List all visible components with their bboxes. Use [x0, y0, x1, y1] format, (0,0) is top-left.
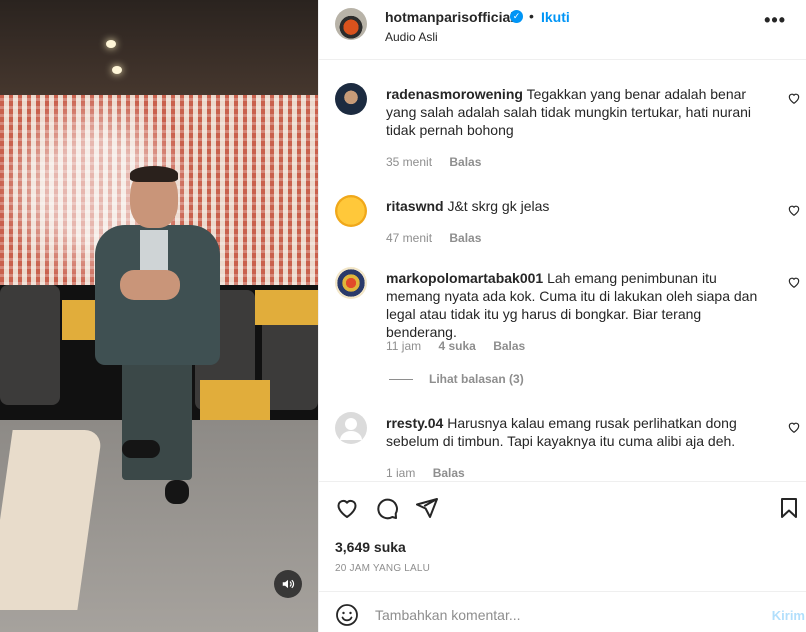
- comment-time: 47 menit: [386, 231, 433, 245]
- booth-seat: [0, 285, 60, 405]
- like-comment-heart-icon[interactable]: [787, 203, 801, 217]
- comment-text-block: markopolomartabak001 Lah emang penimbuna…: [386, 269, 770, 341]
- comment-text-block: rresty.04 Harusnya kalau emang rusak per…: [386, 414, 770, 450]
- ceiling-light: [112, 66, 122, 74]
- commenter-avatar-default-icon[interactable]: [335, 412, 367, 444]
- share-send-icon[interactable]: [415, 496, 439, 520]
- reply-button[interactable]: Balas: [493, 339, 525, 353]
- reply-button[interactable]: Balas: [449, 155, 481, 169]
- view-replies-button[interactable]: Lihat balasan (3): [389, 372, 524, 386]
- like-comment-heart-icon[interactable]: [787, 275, 801, 289]
- author-avatar[interactable]: [335, 8, 367, 40]
- separator-dot: •: [529, 8, 534, 24]
- post-actions: 3,649 suka 20 JAM YANG LALU: [319, 481, 806, 591]
- comment-time: 11 jam: [386, 339, 422, 353]
- person-shoe: [122, 440, 160, 458]
- comment-list[interactable]: radenasmorowening Tegakkan yang benar ad…: [319, 61, 806, 481]
- comment-text: J&t skrg gk jelas: [447, 198, 550, 214]
- comment-meta: 1 iam Balas: [386, 466, 479, 480]
- view-replies-label: Lihat balasan (3): [429, 372, 524, 386]
- commenter-username[interactable]: radenasmorowening: [386, 86, 523, 102]
- comment-meta: 47 menit Balas: [386, 231, 495, 245]
- emoji-icon[interactable]: [335, 603, 359, 627]
- post-comment-button[interactable]: Kirim: [772, 608, 805, 623]
- commenter-avatar-emoji-icon[interactable]: [335, 195, 367, 227]
- add-comment-bar: Kirim: [319, 591, 806, 632]
- reply-button[interactable]: Balas: [433, 466, 465, 480]
- person-legs: [122, 355, 192, 480]
- post-sidebar: hotmanparisofficial ✓ • Ikuti Audio Asli…: [318, 0, 806, 632]
- commenter-username[interactable]: markopolomartabak001: [386, 270, 543, 286]
- comment-input[interactable]: [375, 602, 735, 628]
- video-ceiling: [0, 0, 318, 110]
- comment-text-block: radenasmorowening Tegakkan yang benar ad…: [386, 85, 770, 139]
- commenter-avatar[interactable]: [335, 83, 367, 115]
- comment-meta: 35 menit Balas: [386, 155, 495, 169]
- comment-time: 35 menit: [386, 155, 433, 169]
- replies-divider: [389, 379, 413, 381]
- post-timestamp: 20 JAM YANG LALU: [335, 563, 431, 574]
- commenter-username[interactable]: rresty.04: [386, 415, 443, 431]
- table: [200, 380, 270, 420]
- comment-text-block: ritaswnd J&t skrg gk jelas: [386, 197, 770, 215]
- reply-button[interactable]: Balas: [449, 231, 481, 245]
- follow-button[interactable]: Ikuti: [541, 9, 570, 25]
- table: [255, 290, 318, 325]
- comment-meta: 11 jam 4 suka Balas: [386, 339, 539, 353]
- commenter-avatar[interactable]: [335, 267, 367, 299]
- comment-likes[interactable]: 4 suka: [438, 339, 475, 353]
- more-horizontal-icon[interactable]: •••: [764, 10, 786, 31]
- commenter-username[interactable]: ritaswnd: [386, 198, 444, 214]
- likes-count[interactable]: 3,649 suka: [335, 539, 406, 555]
- like-heart-icon[interactable]: [335, 496, 359, 520]
- speaker-icon: [282, 579, 295, 589]
- like-comment-heart-icon[interactable]: [787, 420, 801, 434]
- comment-time: 1 iam: [386, 466, 416, 480]
- verified-badge-icon: ✓: [510, 10, 523, 23]
- like-comment-heart-icon[interactable]: [787, 91, 801, 105]
- default-user-icon: [340, 418, 362, 440]
- person-hair: [130, 166, 178, 182]
- person-shoe: [165, 480, 189, 504]
- audio-label[interactable]: Audio Asli: [385, 30, 438, 44]
- comment-bubble-icon[interactable]: [375, 496, 399, 520]
- ceiling-light: [106, 40, 116, 48]
- author-username[interactable]: hotmanparisofficial: [385, 9, 514, 25]
- post-header: hotmanparisofficial ✓ • Ikuti Audio Asli…: [319, 0, 806, 60]
- post-video[interactable]: [0, 0, 318, 632]
- bookmark-icon[interactable]: [777, 496, 801, 520]
- person-hands: [120, 270, 180, 300]
- audio-toggle-button[interactable]: [274, 570, 302, 598]
